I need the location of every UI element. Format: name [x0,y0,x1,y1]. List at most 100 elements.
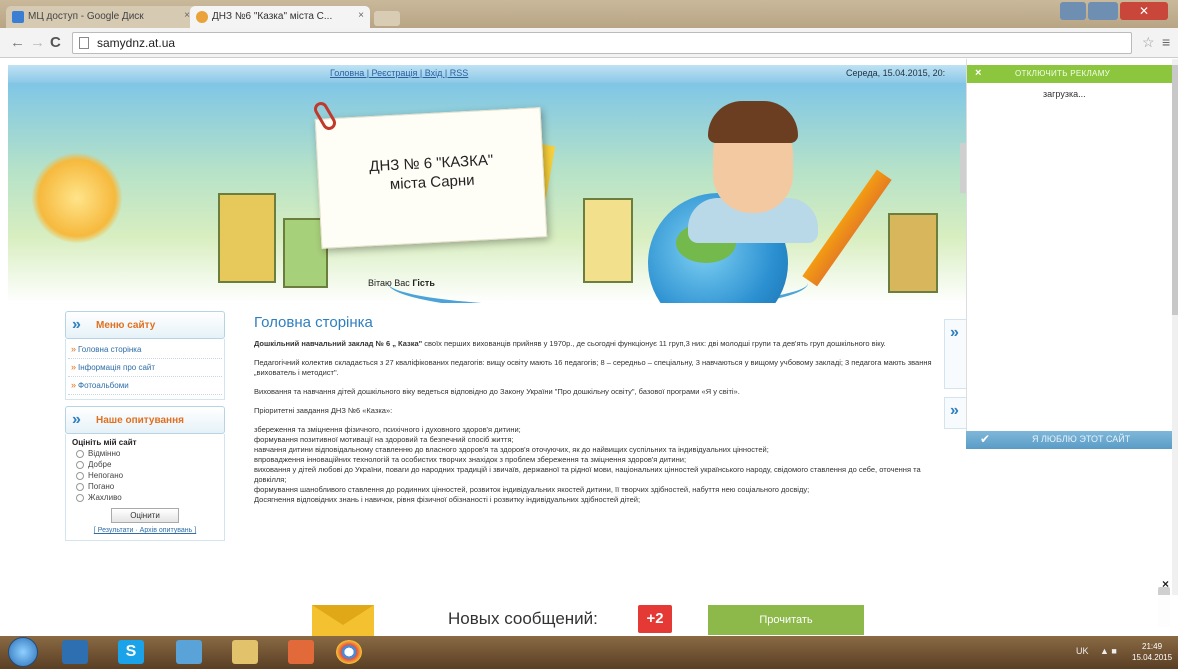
site-banner: ДНЗ № 6 "КАЗКА" міста Сарни Вітаю Вас Гі… [8,83,966,303]
double-chevron-icon: » [950,324,959,341]
tab-dnz-site[interactable]: ДНЗ №6 "Казка" міста С... × [190,6,370,28]
tab-label: МЦ доступ - Google Диск [28,11,144,22]
media-player-icon[interactable] [62,640,88,664]
page-viewport: Головна | Реєстрація | Вхід | RSS Середа… [0,59,1178,636]
poll-block-title: Наше опитування [96,415,184,426]
radio-button[interactable] [76,494,84,502]
menu-block-title: Меню сайту [96,320,156,331]
menu-icon[interactable]: ≡ [1162,34,1170,50]
poll-option-label: Погано [88,482,115,491]
close-window-button[interactable]: ✕ [1120,2,1168,20]
task-item: формування шанобливого ставлення до роди… [254,485,810,494]
reload-icon[interactable]: C [50,34,61,51]
site-favicon-icon [196,11,208,23]
poll-links[interactable]: [ Результати · Архів опитувань ] [72,527,218,534]
new-messages-text: Новых сообщений: [448,609,598,628]
read-button[interactable]: Прочитать [708,605,864,635]
skype-icon[interactable]: S [118,640,144,664]
poll-option-label: Непогано [88,471,124,480]
building-illustration [218,193,276,283]
explorer-icon[interactable] [232,640,258,664]
top-nav-links[interactable]: Головна | Реєстрація | Вхід | RSS [330,68,468,78]
date-text: Середа, 15.04.2015, 20: [846,68,946,78]
poll-option-label: Відмінно [88,449,121,458]
poll-option[interactable]: Погано [72,482,218,493]
powerpoint-icon[interactable] [288,640,314,664]
close-tab-icon[interactable]: × [358,10,364,21]
radio-button[interactable] [76,472,84,480]
poll-block-header: » Наше опитування [65,406,225,434]
task-item: виховання у дітей любові до України, пов… [254,465,921,484]
top-nav-bar: Головна | Реєстрація | Вхід | RSS Середа… [8,65,966,83]
menu-block-header: » Меню сайту [65,311,225,339]
start-button[interactable] [8,637,38,667]
site-menu: Головна сторінка Інформація про сайт Фот… [65,339,225,400]
welcome-text: Вітаю Вас Гість [368,278,435,288]
close-icon[interactable]: × [1162,577,1169,591]
welcome-user: Гість [412,278,435,288]
like-site-bar[interactable]: ✔ Я ЛЮБЛЮ ЭТОТ САЙТ [966,431,1172,449]
poll-option[interactable]: Непогано [72,471,218,482]
chrome-icon[interactable] [336,640,362,664]
menu-item-about[interactable]: Інформація про сайт [68,359,222,377]
maximize-button[interactable] [1088,2,1118,20]
program-paragraph: Виховання та навчання дітей дошкільного … [254,387,740,396]
vote-button[interactable]: Оцінити [111,508,179,523]
sun-illustration [32,153,122,243]
task-item: Досягнення відповідних знань і навичок, … [254,495,641,504]
right-block: » [944,319,968,389]
site-title: ДНЗ № 6 "КАЗКА" міста Сарни [318,148,546,198]
poll-question: Оцініть мій сайт [72,438,137,447]
radio-button[interactable] [76,450,84,458]
close-icon[interactable]: × [975,67,981,79]
message-count-badge: +2 [638,605,672,633]
loading-text: загрузка... [1043,89,1086,99]
browser-toolbar: ← → C samydnz.at.ua ☆ ≡ [0,28,1178,58]
clock-time: 21:49 [1142,642,1163,651]
welcome-prefix: Вітаю Вас [368,278,410,288]
intro-paragraph: Дошкільний навчальний заклад № 6 „ Казка… [254,339,934,349]
page-scrollbar[interactable] [1172,59,1178,636]
scroll-thumb[interactable] [1172,65,1178,315]
radio-button[interactable] [76,461,84,469]
minimize-button[interactable] [1060,2,1086,20]
poll-box: Оцініть мій сайт Відмінно Добре Непогано… [65,434,225,541]
ad-panel: × ОТКЛЮЧИТЬ РЕКЛАМУ загрузка... [966,59,1173,431]
like-site-label: Я ЛЮБЛЮ ЭТОТ САЙТ [1032,434,1131,444]
drive-icon [12,11,24,23]
bookmark-star-icon[interactable]: ☆ [1142,34,1155,51]
poll-option-label: Жахливо [88,493,122,502]
clock-date: 15.04.2015 [1132,653,1173,662]
clock[interactable]: 21:49 15.04.2015 [1132,641,1172,663]
building-illustration [888,213,938,293]
word-icon[interactable] [176,640,202,664]
language-indicator[interactable]: UK [1076,646,1089,656]
poll-option[interactable]: Відмінно [72,449,218,460]
address-bar[interactable]: samydnz.at.ua [72,32,1132,54]
disable-ads-label: ОТКЛЮЧИТЬ РЕКЛАМУ [1015,69,1111,78]
tab-google-drive[interactable]: МЦ доступ - Google Диск × [6,6,196,28]
left-sidebar: » Меню сайту Головна сторінка Інформація… [65,311,225,541]
forward-icon[interactable]: → [30,34,45,51]
envelope-icon [312,605,374,636]
page-icon [79,37,89,49]
message-bar: Новых сообщений: +2 Прочитать [0,595,1178,636]
poll-option[interactable]: Жахливо [72,493,218,504]
task-item: формування позитивної мотивації на здоро… [254,435,514,444]
poll-option[interactable]: Добре [72,460,218,471]
menu-item-photos[interactable]: Фотоальбоми [68,377,222,395]
back-icon[interactable]: ← [10,34,25,51]
radio-button[interactable] [76,483,84,491]
new-tab-button[interactable] [374,11,400,26]
main-content: Головна сторінка Дошкільний навчальний з… [254,314,934,636]
menu-item-home[interactable]: Головна сторінка [68,341,222,359]
staff-paragraph: Педагогічний колектив складається з 27 к… [254,358,932,377]
title-card: ДНЗ № 6 "КАЗКА" міста Сарни [314,107,548,249]
address-url: samydnz.at.ua [97,36,176,50]
double-chevron-icon: » [72,411,81,428]
double-chevron-icon: » [72,316,81,333]
double-chevron-icon: » [950,402,959,419]
tray-icons[interactable]: ▲ ■ [1100,646,1117,656]
disable-ads-bar[interactable]: × ОТКЛЮЧИТЬ РЕКЛАМУ [967,65,1173,83]
tasks-heading: Пріоритетні завдання ДНЗ №6 «Казка»: [254,406,393,415]
